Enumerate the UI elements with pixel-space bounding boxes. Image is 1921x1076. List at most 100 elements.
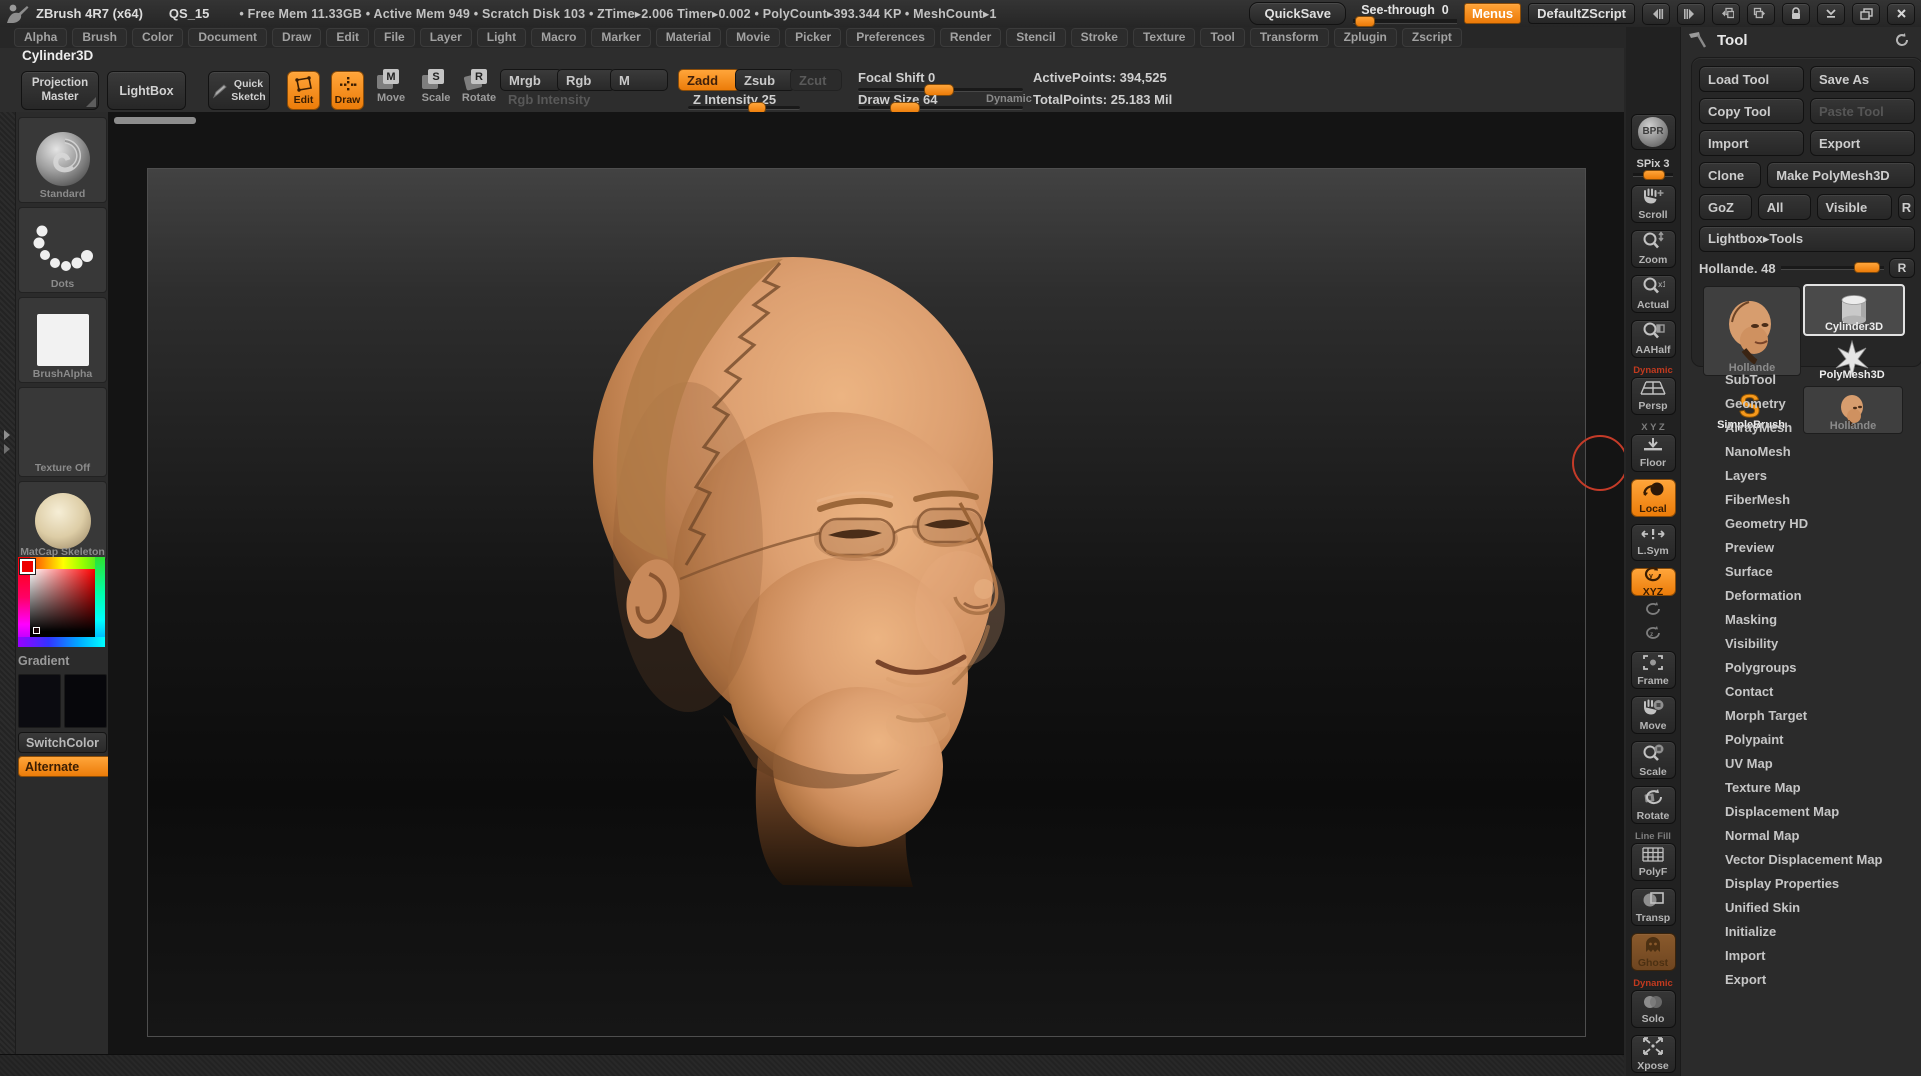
document-area[interactable] xyxy=(147,168,1586,1037)
minimize-icon[interactable] xyxy=(1817,3,1845,25)
subpalette-polygroups[interactable]: Polygroups xyxy=(1681,655,1921,679)
tray-arrow-icon[interactable] xyxy=(4,444,10,454)
subpalette-contact[interactable]: Contact xyxy=(1681,679,1921,703)
scale-button[interactable]: Scale xyxy=(1631,741,1676,779)
rotate-button[interactable]: R Rotate xyxy=(462,71,496,108)
canvas-scrollbar[interactable] xyxy=(114,117,196,124)
zadd-button[interactable]: Zadd xyxy=(678,69,740,91)
menu-file[interactable]: File xyxy=(374,28,415,47)
hue-selector[interactable] xyxy=(20,559,35,574)
rotate-button[interactable]: Rotate xyxy=(1631,786,1676,824)
current-texture-thumbnail[interactable]: Texture Off xyxy=(18,387,107,477)
secondary-color-swatch[interactable] xyxy=(64,674,107,728)
default-zscript-button[interactable]: DefaultZScript xyxy=(1528,3,1635,24)
visible-button[interactable]: Visible xyxy=(1817,194,1892,220)
slide-panel-left-icon[interactable] xyxy=(1642,3,1670,25)
current-stroke-thumbnail[interactable]: Dots xyxy=(18,207,107,293)
make-polymesh3d-button[interactable]: Make PolyMesh3D xyxy=(1767,162,1915,188)
lock-icon[interactable] xyxy=(1782,3,1810,25)
move-button[interactable]: Move xyxy=(1631,696,1676,734)
solo-mode-label[interactable]: Dynamic xyxy=(1633,978,1673,989)
frame-button[interactable]: Frame xyxy=(1631,651,1676,689)
value-selector[interactable] xyxy=(33,627,40,634)
rgb-button[interactable]: Rgb xyxy=(557,69,615,91)
bpr-button[interactable]: BPR xyxy=(1631,114,1676,150)
subpalette-displacement-map[interactable]: Displacement Map xyxy=(1681,799,1921,823)
lightbox-tools-button[interactable]: Lightbox▸Tools xyxy=(1699,226,1915,252)
load-tool-button[interactable]: Load Tool xyxy=(1699,66,1804,92)
dock-right-icon[interactable] xyxy=(1747,3,1775,25)
subpalette-vector-displacement-map[interactable]: Vector Displacement Map xyxy=(1681,847,1921,871)
slide-panel-right-icon[interactable] xyxy=(1677,3,1705,25)
subpalette-surface[interactable]: Surface xyxy=(1681,559,1921,583)
restore-icon[interactable] xyxy=(1852,3,1880,25)
z-intensity-track[interactable] xyxy=(688,106,800,110)
dock-left-icon[interactable] xyxy=(1712,3,1740,25)
main-color-swatch[interactable] xyxy=(18,674,61,728)
hue-strip-bottom[interactable] xyxy=(18,637,105,647)
menu-zplugin[interactable]: Zplugin xyxy=(1334,28,1397,47)
save-as-button[interactable]: Save As xyxy=(1810,66,1915,92)
current-brush-thumbnail[interactable]: Standard xyxy=(18,117,107,203)
color-picker[interactable] xyxy=(18,557,105,647)
menu-stroke[interactable]: Stroke xyxy=(1071,28,1128,47)
import-button[interactable]: Import xyxy=(1699,130,1804,156)
menu-brush[interactable]: Brush xyxy=(72,28,127,47)
subpalette-export[interactable]: Export xyxy=(1681,967,1921,991)
menu-color[interactable]: Color xyxy=(132,28,183,47)
subpalette-texture-map[interactable]: Texture Map xyxy=(1681,775,1921,799)
rgb-intensity-slider[interactable]: Rgb Intensity xyxy=(508,92,590,107)
dynamic-label[interactable]: Dynamic xyxy=(986,93,1032,105)
actual-button[interactable]: x1Actual xyxy=(1631,275,1676,313)
zsub-button[interactable]: Zsub xyxy=(735,69,795,91)
subpalette-preview[interactable]: Preview xyxy=(1681,535,1921,559)
menu-preferences[interactable]: Preferences xyxy=(846,28,935,47)
spix-slider[interactable]: SPix 3 xyxy=(1632,158,1675,177)
tool-thumb-hollande[interactable]: Hollande xyxy=(1703,286,1801,376)
current-material-thumbnail[interactable]: MatCap Skeleton xyxy=(18,481,107,561)
menus-button[interactable]: Menus xyxy=(1464,3,1521,24)
menu-tool[interactable]: Tool xyxy=(1200,28,1244,47)
polyf-mode-label[interactable]: Line Fill xyxy=(1635,831,1671,842)
menu-alpha[interactable]: Alpha xyxy=(14,28,67,47)
gradient-label[interactable]: Gradient xyxy=(18,654,105,668)
l-sym-button[interactable]: L.Sym xyxy=(1631,524,1676,562)
aahalf-button[interactable]: AAHalf xyxy=(1631,320,1676,358)
bottom-tray[interactable] xyxy=(0,1054,1624,1076)
scale-button[interactable]: S Scale xyxy=(419,71,453,108)
all-button[interactable]: All xyxy=(1758,194,1811,220)
menu-layer[interactable]: Layer xyxy=(420,28,472,47)
paste-tool-button[interactable]: Paste Tool xyxy=(1810,98,1915,124)
menu-transform[interactable]: Transform xyxy=(1250,28,1329,47)
transp-button[interactable]: Transp xyxy=(1631,888,1676,926)
tool-item-r-button[interactable]: R xyxy=(1889,258,1915,278)
subpalette-initialize[interactable]: Initialize xyxy=(1681,919,1921,943)
quicksave-button[interactable]: QuickSave xyxy=(1249,2,1346,25)
menu-render[interactable]: Render xyxy=(940,28,1001,47)
subpalette-subtool[interactable]: SubTool xyxy=(1681,367,1921,391)
menu-macro[interactable]: Macro xyxy=(531,28,586,47)
r-button[interactable]: R xyxy=(1898,194,1915,220)
lightbox-button[interactable]: LightBox xyxy=(107,71,186,110)
viewport[interactable] xyxy=(108,112,1624,1054)
rotz-icon[interactable]: z xyxy=(1643,625,1663,645)
menu-texture[interactable]: Texture xyxy=(1133,28,1195,47)
menu-zscript[interactable]: Zscript xyxy=(1402,28,1462,47)
subpalette-unified-skin[interactable]: Unified Skin xyxy=(1681,895,1921,919)
focal-shift-slider[interactable]: Focal Shift 0 xyxy=(858,70,935,85)
subpalette-uv-map[interactable]: UV Map xyxy=(1681,751,1921,775)
polyf-button[interactable]: PolyF xyxy=(1631,843,1676,881)
scroll-button[interactable]: Scroll xyxy=(1631,185,1676,223)
copy-tool-button[interactable]: Copy Tool xyxy=(1699,98,1804,124)
projection-master-button[interactable]: Projection Master xyxy=(21,71,99,110)
subpalette-normal-map[interactable]: Normal Map xyxy=(1681,823,1921,847)
tray-arrow-icon[interactable] xyxy=(4,430,10,440)
subpalette-geometry-hd[interactable]: Geometry HD xyxy=(1681,511,1921,535)
roty-icon[interactable] xyxy=(1643,601,1663,621)
menu-picker[interactable]: Picker xyxy=(785,28,841,47)
subpalette-visibility[interactable]: Visibility xyxy=(1681,631,1921,655)
floor-button[interactable]: Floor xyxy=(1631,434,1676,472)
menu-marker[interactable]: Marker xyxy=(591,28,650,47)
move-button[interactable]: M Move xyxy=(374,71,408,108)
subpalette-geometry[interactable]: Geometry xyxy=(1681,391,1921,415)
